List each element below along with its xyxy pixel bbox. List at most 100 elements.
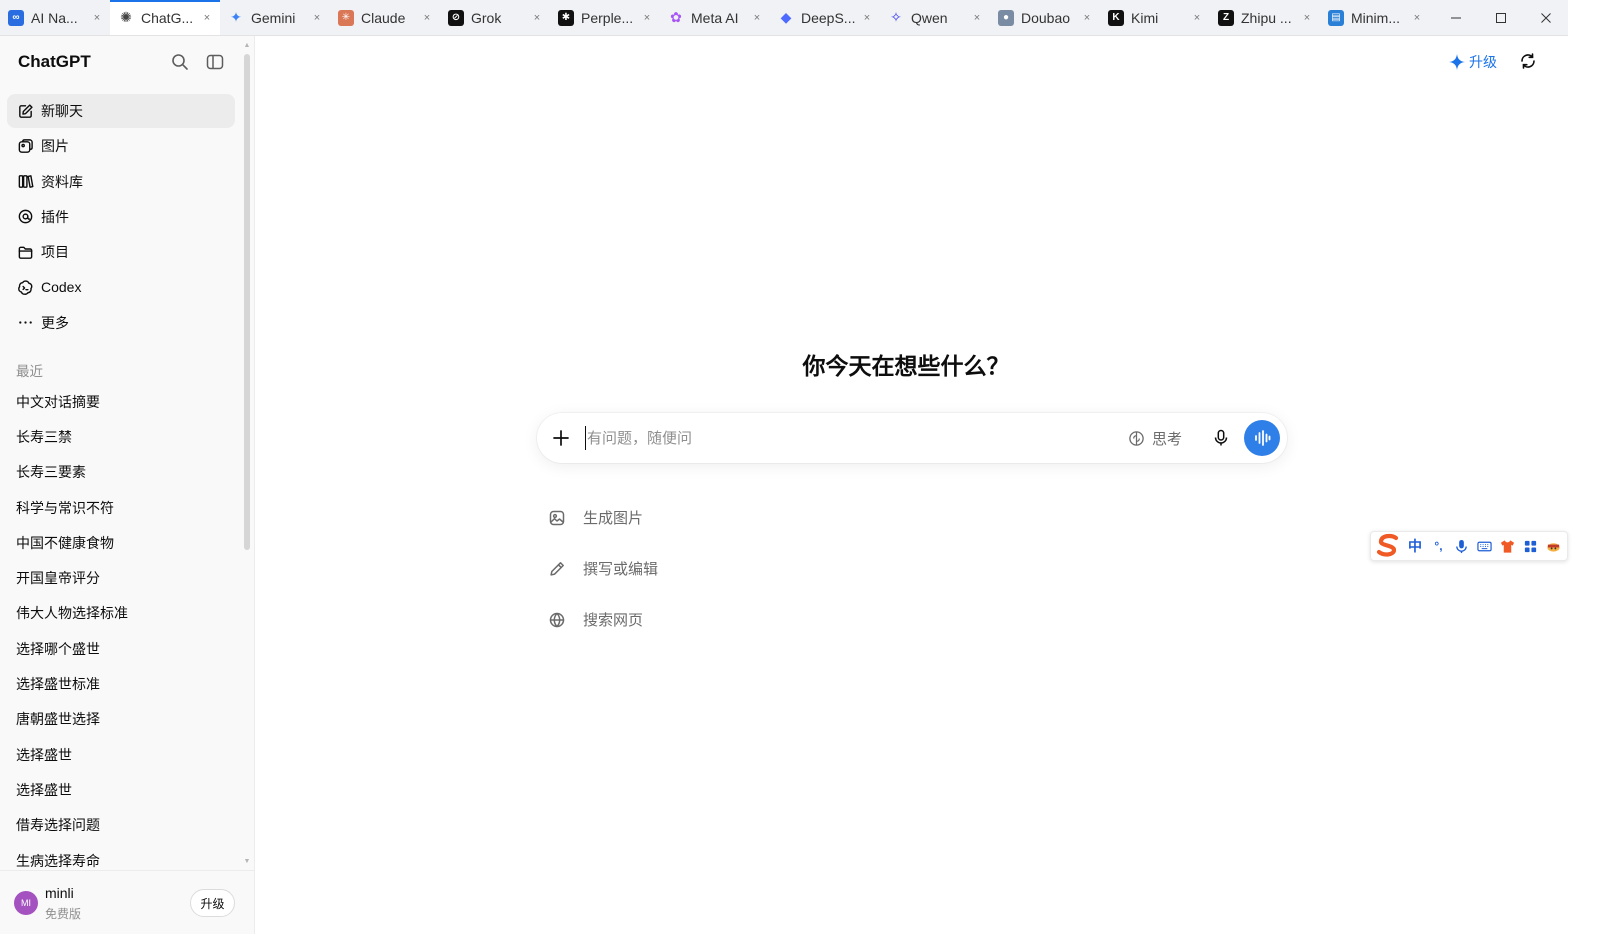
close-icon [1540,12,1551,23]
sidebar-item-codex[interactable]: Codex [7,270,235,304]
scrollbar-thumb[interactable] [244,54,250,550]
recent-chat-item[interactable]: 中国不健康食物 [7,525,235,560]
grid-apps-icon [1524,540,1537,552]
more-icon [16,314,34,332]
suggestion-label: 生成图片 [583,510,644,527]
ime-toolbar: 中 °, [1370,531,1568,561]
ime-punctuation-toggle[interactable]: °, [1427,536,1450,556]
tab-close-icon[interactable]: × [860,12,874,24]
sidebar-item-edit[interactable]: 新聊天 [7,94,235,128]
ime-toolbox-button[interactable] [1519,536,1542,556]
recent-chat-item[interactable]: 长寿三禁 [7,419,235,454]
sidebar-header: ChatGPT [18,50,238,74]
tab-close-icon[interactable]: × [970,12,984,24]
recent-chat-item[interactable]: 选择盛世 [7,772,235,807]
minimize-button[interactable] [1433,0,1478,35]
recent-chat-item[interactable]: 选择哪个盛世 [7,631,235,666]
browser-tab[interactable]: ✳ Claude × [330,0,440,35]
browser-tab[interactable]: ◆ DeepS... × [770,0,880,35]
tab-close-icon[interactable]: × [90,12,104,24]
sidebar-item-more[interactable]: 更多 [7,306,235,340]
browser-tab[interactable]: Z Zhipu ... × [1210,0,1320,35]
browser-tab[interactable]: ✦ Gemini × [220,0,330,35]
ime-keyboard-button[interactable] [1473,536,1496,556]
ime-mascot-button[interactable] [1542,536,1565,556]
recent-chat-item[interactable]: 借寿选择问题 [7,808,235,843]
attach-button[interactable] [549,426,573,450]
sidebar-item-folder[interactable]: 项目 [7,235,235,269]
recent-chat-item[interactable]: 科学与常识不符 [7,490,235,525]
sidebar-item-image[interactable]: 图片 [7,129,235,163]
mascot-icon [1547,542,1560,552]
close-window-button[interactable] [1523,0,1568,35]
browser-tab[interactable]: ✧ Qwen × [880,0,990,35]
ime-voice-button[interactable] [1450,536,1473,556]
window-controls [1433,0,1568,35]
sidebar-upgrade-button[interactable]: 升级 [190,889,235,917]
toggle-sidebar-button[interactable] [205,52,225,72]
think-button[interactable]: 思考 [1128,426,1182,450]
tab-close-icon[interactable]: × [640,12,654,24]
suggestion-label: 撰写或编辑 [583,561,659,578]
tab-close-icon[interactable]: × [1300,12,1314,24]
recent-chat-item[interactable]: 开国皇帝评分 [7,560,235,595]
tab-close-icon[interactable]: × [1190,12,1204,24]
browser-tab[interactable]: ✺ ChatG... × [110,0,220,35]
temporary-chat-button[interactable] [1518,51,1540,73]
browser-tab[interactable]: ⊘ Grok × [440,0,550,35]
image-icon [16,137,34,155]
browser-tab[interactable]: ▤ Minim... × [1320,0,1430,35]
gemini-sparkle-icon: ✦ [230,9,242,25]
browser-tab[interactable]: K Kimi × [1100,0,1210,35]
meta-ai-icon: ✿ [670,9,682,25]
recent-chat-item[interactable]: 选择盛世标准 [7,666,235,701]
sidebar-item-library[interactable]: 资料库 [7,165,235,199]
avatar[interactable]: MI [14,891,38,915]
sidebar-item-label: 资料库 [41,173,83,190]
search-chats-button[interactable] [170,52,190,72]
maximize-button[interactable] [1478,0,1523,35]
scroll-down-arrow[interactable]: ▼ [243,858,251,866]
browser-tab[interactable]: ● Doubao × [990,0,1100,35]
browser-tab[interactable]: ∞ AI Na... × [0,0,110,35]
user-name[interactable]: minli [45,885,74,901]
tab-close-icon[interactable]: × [1080,12,1094,24]
recent-chat-item[interactable]: 选择盛世 [7,737,235,772]
ime-skin-button[interactable] [1496,536,1519,556]
recent-chat-item[interactable]: 长寿三要素 [7,455,235,490]
main-area: 升级 你今天在想些什么？ 思考 生成图片撰写或编辑搜索网页 [256,36,1568,934]
plus-icon [553,430,569,446]
suggestion-item[interactable]: 生成图片 [548,492,848,543]
voice-mode-button[interactable] [1244,420,1280,456]
dictate-button[interactable] [1210,427,1232,449]
tab-close-icon[interactable]: × [1410,12,1424,24]
sogou-logo-icon[interactable] [1373,532,1403,560]
browser-tab[interactable]: ✱ Perple... × [550,0,660,35]
suggestion-item[interactable]: 搜索网页 [548,594,848,645]
grok-icon: ⊘ [448,9,464,26]
infinity-icon: ∞ [8,9,24,26]
sidebar-scrollbar[interactable]: ▲ ▼ [243,42,251,866]
tab-close-icon[interactable]: × [200,12,214,24]
refresh-icon [1521,53,1535,69]
browser-tab[interactable]: ✿ Meta AI × [660,0,770,35]
tab-close-icon[interactable]: × [420,12,434,24]
tab-close-icon[interactable]: × [310,12,324,24]
kimi-icon: K [1108,9,1124,26]
ime-mode-toggle[interactable]: 中 [1403,536,1427,556]
recent-chats-list: 中文对话摘要 长寿三禁 长寿三要素 科学与常识不符 中国不健康食物 开国皇帝评分 伟大人物选… [7,384,235,878]
suggestion-item[interactable]: 撰写或编辑 [548,543,848,594]
upgrade-button[interactable]: 升级 [1448,51,1497,73]
scroll-up-arrow[interactable]: ▲ [243,42,251,50]
tab-title: Kimi [1131,9,1159,26]
recent-chat-item[interactable]: 伟大人物选择标准 [7,596,235,631]
tab-title: Minim... [1351,9,1400,26]
suggestion-list: 生成图片撰写或编辑搜索网页 [548,492,848,645]
recent-chat-item[interactable]: 中文对话摘要 [7,384,235,419]
recent-chat-item[interactable]: 唐朝盛世选择 [7,702,235,737]
sidebar-item-plugin[interactable]: 插件 [7,200,235,234]
edit-icon [16,102,34,120]
tab-close-icon[interactable]: × [530,12,544,24]
prompt-input[interactable] [585,426,1055,450]
tab-close-icon[interactable]: × [750,12,764,24]
